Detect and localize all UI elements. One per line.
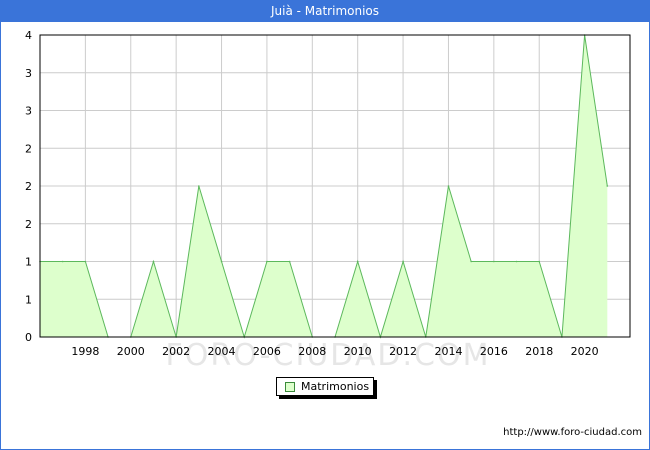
data-point (198, 185, 200, 187)
x-tick-label: 2014 (434, 345, 462, 358)
data-point (356, 260, 359, 263)
y-tick-label: 1 (25, 256, 32, 269)
legend: Matrimonios (276, 377, 374, 396)
data-point (402, 260, 404, 263)
x-tick-label: 1998 (71, 345, 99, 358)
x-tick-label: 2006 (253, 345, 281, 358)
y-tick-label: 1 (25, 293, 32, 306)
x-tick-label: 2012 (389, 345, 417, 358)
y-tick-label: 0 (25, 331, 32, 344)
data-point (606, 185, 609, 187)
data-point (538, 260, 541, 263)
data-point (152, 260, 155, 263)
data-point (84, 260, 87, 263)
y-tick-label: 4 (25, 29, 32, 42)
x-tick-label: 2004 (208, 345, 236, 358)
x-tick-label: 2000 (117, 345, 145, 358)
y-tick-label: 3 (25, 105, 32, 118)
x-tick-label: 2018 (525, 345, 553, 358)
data-point (470, 260, 472, 263)
y-tick-label: 2 (25, 180, 32, 193)
data-point (61, 260, 64, 263)
data-point (493, 260, 495, 263)
legend-swatch (285, 382, 295, 392)
x-tick-label: 2002 (162, 345, 190, 358)
source-url: http://www.foro-ciudad.com (503, 427, 642, 438)
data-point (288, 260, 291, 263)
y-tick-label: 2 (25, 218, 32, 231)
y-axis-ticks: 0 1 1 2 2 2 3 3 4 (25, 29, 32, 344)
x-tick-label: 2010 (344, 345, 372, 358)
x-tick-label: 2016 (480, 345, 508, 358)
data-point (220, 260, 223, 263)
legend-label: Matrimonios (301, 380, 370, 393)
x-tick-label: 2020 (571, 345, 599, 358)
x-tick-label: 2008 (298, 345, 326, 358)
data-point (515, 260, 518, 263)
y-tick-label: 3 (25, 67, 32, 80)
data-point (447, 185, 450, 187)
y-tick-label: 2 (25, 142, 32, 155)
data-point (266, 260, 268, 263)
